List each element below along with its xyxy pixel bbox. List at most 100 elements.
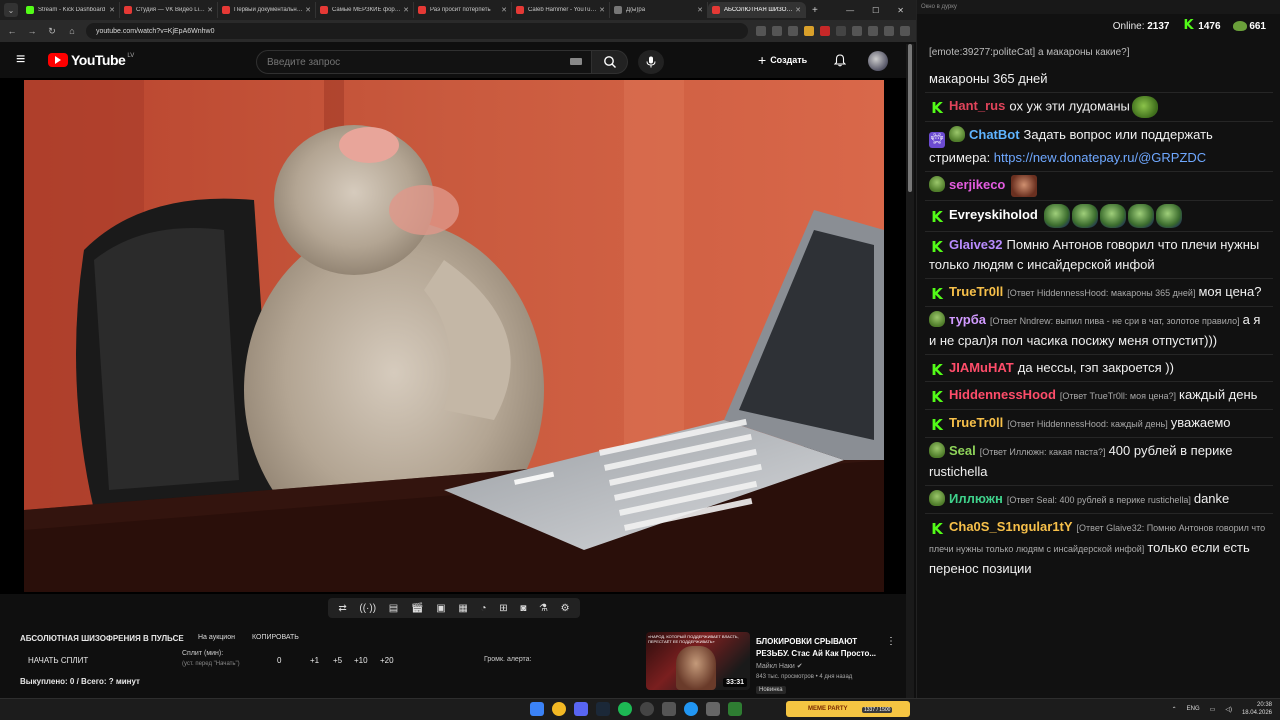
browser-tab[interactable]: Раэ просит потерпеть ✕ — [414, 2, 512, 18]
step-plus-10-button[interactable]: +10 — [354, 656, 368, 665]
tab-close-icon[interactable]: ✕ — [795, 6, 801, 14]
flask-icon[interactable]: ⚗ — [539, 603, 548, 614]
extension-icon[interactable] — [820, 26, 830, 36]
tab-close-icon[interactable]: ✕ — [403, 6, 409, 14]
add-icon[interactable]: ⊞ — [499, 603, 507, 614]
chrome-icon[interactable] — [552, 702, 566, 716]
camera-icon[interactable]: ◙ — [520, 603, 526, 614]
tab-close-icon[interactable]: ✕ — [501, 6, 507, 14]
tab-close-icon[interactable]: ✕ — [599, 6, 605, 14]
chat-username[interactable]: TrueTr0ll — [949, 415, 1003, 430]
hamburger-menu-icon[interactable]: ≡ — [16, 51, 36, 69]
app-icon[interactable] — [662, 702, 676, 716]
chat-link[interactable]: https://new.donatepay.ru/@GRPZDC — [994, 150, 1206, 165]
app-icon[interactable] — [728, 702, 742, 716]
recommended-thumbnail[interactable]: «НАРОД, КОТОРЫЙ ПОДДЕРЖИВАЕТ ВЛАСТЬ, ПЕР… — [646, 632, 750, 690]
back-icon[interactable]: ← — [6, 26, 18, 36]
chat-username[interactable]: TrueTr0ll — [949, 284, 1003, 299]
chat-username[interactable]: HiddennessHood — [949, 387, 1056, 402]
tab-close-icon[interactable]: ✕ — [697, 6, 703, 14]
browser-tab[interactable]: Самые МЕРЗКИЕ форумы ✕ — [316, 2, 414, 18]
voice-search-button[interactable] — [638, 50, 664, 74]
step-plus-20-button[interactable]: +20 — [380, 656, 394, 665]
notifications-bell-icon[interactable] — [833, 54, 847, 70]
tab-close-icon[interactable]: ✕ — [109, 6, 115, 14]
browser-tab[interactable]: Stream - Kick Dashboard ✕ — [22, 2, 120, 18]
create-button[interactable]: + Создать — [758, 52, 807, 68]
browser-tab[interactable]: Первый документальный ✕ — [218, 2, 316, 18]
broadcast-icon[interactable]: ((·)) — [359, 603, 376, 614]
url-field[interactable]: youtube.com/watch?v=KjEpA6Wnhw0 — [86, 23, 748, 39]
clock[interactable]: 20:38 18.04.2026 — [1242, 701, 1272, 717]
chat-username[interactable]: Evreyskiholod — [949, 207, 1038, 222]
zoom-icon[interactable] — [756, 26, 766, 36]
cinema-icon[interactable]: ▦ — [458, 603, 467, 614]
puzzle-icon[interactable] — [852, 26, 862, 36]
page-scrollbar[interactable] — [906, 44, 914, 698]
chat-reply-quote[interactable]: [Ответ Иллюжн: какая паста?] — [980, 447, 1106, 457]
new-tab-button[interactable]: + — [812, 5, 818, 16]
chat-reply-quote[interactable]: [Ответ HiddennessHood: каждый день] — [1007, 419, 1168, 429]
volume-icon[interactable]: ◁) — [1225, 706, 1232, 713]
tab-search-icon[interactable]: ⌄ — [4, 3, 18, 17]
start-split-button[interactable]: НАЧАТЬ СПЛИТ — [28, 656, 88, 665]
recommended-video[interactable]: «НАРОД, КОТОРЫЙ ПОДДЕРЖИВАЕТ ВЛАСТЬ, ПЕР… — [646, 632, 902, 694]
chat-reply-quote[interactable]: [Ответ Nndrew: выпил пива - не сри в чат… — [990, 316, 1240, 326]
forward-icon[interactable]: → — [26, 26, 38, 36]
step-plus-1-button[interactable]: +1 — [310, 656, 319, 665]
browser-tab[interactable]: Caleb Hammer - YouTube ✕ — [512, 2, 610, 18]
clapper-icon[interactable]: 🎬︎ — [411, 603, 424, 614]
chat-reply-quote[interactable]: [Ответ TrueTr0ll: моя цена?] — [1060, 391, 1176, 401]
browser-tab[interactable]: АБСОЛЮТНАЯ ШИЗОФРЕНИЯ✕ — [708, 2, 806, 18]
playlist-icon[interactable]: ▤ — [389, 603, 398, 614]
close-window-icon[interactable]: ✕ — [897, 6, 904, 15]
start-windows-icon[interactable] — [530, 702, 544, 716]
network-icon[interactable]: ▭ — [1210, 706, 1216, 713]
media-player-icon[interactable] — [684, 702, 698, 716]
language-indicator[interactable]: ENG — [1187, 706, 1200, 712]
home-icon[interactable]: ⌂ — [66, 26, 78, 36]
obs-icon[interactable] — [640, 702, 654, 716]
chat-username[interactable]: Seal — [949, 443, 976, 458]
chat-username[interactable]: Cha0S_S1ngular1tY — [949, 519, 1073, 534]
chat-username[interactable]: Hant_rus — [949, 98, 1005, 113]
maximize-icon[interactable]: ☐ — [872, 6, 879, 15]
chat-username[interactable]: serjikeco — [949, 177, 1005, 192]
extension-icon[interactable] — [804, 26, 814, 36]
search-input[interactable] — [256, 50, 592, 74]
tab-close-icon[interactable]: ✕ — [305, 6, 311, 14]
menu-dots-icon[interactable] — [900, 26, 910, 36]
browser-tab[interactable]: Д(ы)ра ✕ — [610, 2, 708, 18]
browser-tab[interactable]: Студия — VK Видео Live ✕ — [120, 2, 218, 18]
profile-icon[interactable] — [884, 26, 894, 36]
chat-username[interactable]: JIAMuHAT — [949, 360, 1014, 375]
chat-reply-quote[interactable]: [Ответ HiddennessHood: макароны 365 дней… — [1007, 288, 1195, 298]
app-icon[interactable] — [706, 702, 720, 716]
auction-button[interactable]: На аукцион — [198, 634, 235, 641]
video-player[interactable] — [0, 78, 906, 594]
keyboard-icon[interactable] — [570, 58, 582, 65]
install-icon[interactable] — [772, 26, 782, 36]
chat-username[interactable]: ChatBot — [969, 127, 1020, 142]
scrollbar-thumb[interactable] — [908, 44, 912, 192]
loop-icon[interactable]: ⇄ — [338, 603, 346, 614]
step-plus-5-button[interactable]: +5 — [333, 656, 342, 665]
chat-username[interactable]: турба — [949, 312, 986, 327]
settings-gear-icon[interactable]: ⚙ — [561, 603, 570, 614]
more-options-icon[interactable]: ⋮ — [886, 636, 896, 647]
spotify-icon[interactable] — [618, 702, 632, 716]
search-button[interactable] — [592, 50, 628, 74]
speed-icon[interactable]: ◔ — [480, 603, 486, 614]
recommended-title[interactable]: БЛОКИРОВКИ СРЫВАЮТ РЕЗЬБУ. Стас Ай Как П… — [756, 636, 886, 660]
account-avatar[interactable] — [868, 51, 888, 71]
chat-reply-quote[interactable]: [Ответ Seal: 400 рублей в перике rustich… — [1007, 495, 1191, 505]
extension-icon[interactable] — [836, 26, 846, 36]
picture-in-picture-icon[interactable]: ▣ — [436, 603, 445, 614]
tab-close-icon[interactable]: ✕ — [207, 6, 213, 14]
tray-chevron-icon[interactable]: ⌃ — [1172, 706, 1177, 713]
chat-username[interactable]: Glaive32 — [949, 237, 1003, 252]
chat-username[interactable]: Иллюжн — [949, 491, 1003, 506]
minimize-icon[interactable]: — — [846, 6, 854, 15]
chat-message-list[interactable]: [emote:39277:politeCat] а макароны какие… — [925, 40, 1273, 690]
reload-icon[interactable]: ↻ — [46, 26, 58, 37]
